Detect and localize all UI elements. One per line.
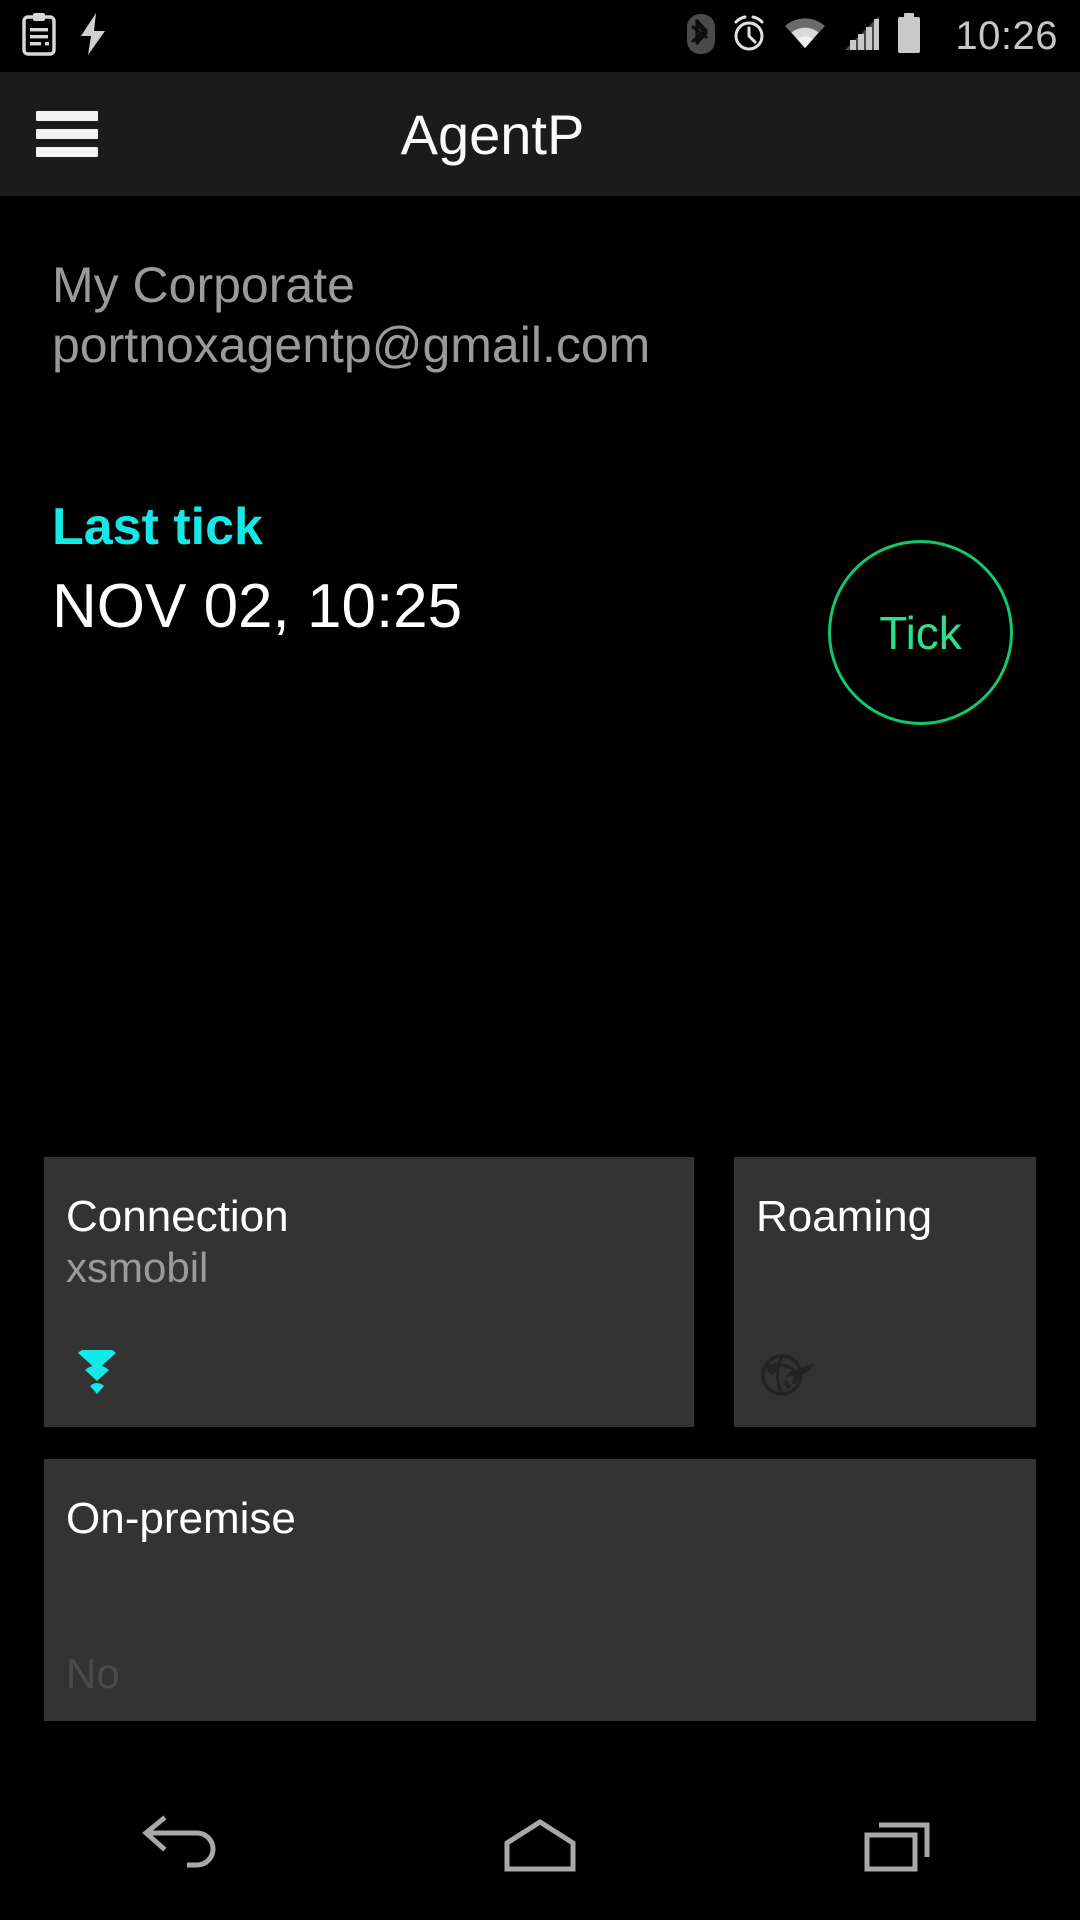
wifi-icon [66, 1345, 128, 1403]
cellular-signal-icon [841, 14, 881, 59]
account-email: portnoxagentp@gmail.com [52, 317, 651, 373]
account-block: My Corporate portnoxagentp@gmail.com [52, 255, 952, 375]
alarm-clock-icon [729, 12, 769, 61]
card-connection-value: xsmobil [66, 1244, 209, 1291]
wifi-icon [783, 14, 827, 59]
card-roaming-title: Roaming [756, 1192, 933, 1241]
globe-airplane-roaming-icon [756, 1346, 818, 1403]
status-bar-clock: 10:26 [955, 14, 1058, 58]
card-roaming[interactable]: Roaming [734, 1157, 1036, 1427]
android-navigation-bar [0, 1774, 1080, 1920]
card-onpremise-title: On-premise [66, 1494, 296, 1543]
account-name: My Corporate [52, 257, 355, 313]
last-tick-value: NOV 02, 10:25 [52, 572, 463, 641]
status-bar: 10:26 [0, 0, 1080, 72]
page-title: AgentP [400, 102, 585, 166]
lightning-bolt-icon [78, 12, 108, 61]
app-bar: AgentP [0, 72, 1080, 196]
recents-icon[interactable] [720, 1774, 1080, 1920]
card-onpremise[interactable]: On-premise No [44, 1459, 1036, 1721]
bluetooth-icon [687, 12, 716, 61]
status-bar-right-icons: 10:26 [687, 12, 1058, 61]
last-tick-label: Last tick [52, 498, 263, 556]
tick-button[interactable]: Tick [828, 540, 1013, 725]
clipboard-icon [22, 12, 56, 61]
last-tick-block: Last tick NOV 02, 10:25 [52, 498, 462, 646]
phone-screen: 10:26 AgentP My Corporate portnoxagentp@… [0, 0, 1080, 1920]
card-onpremise-value: No [66, 1650, 120, 1697]
tick-button-label: Tick [879, 606, 962, 659]
card-connection-title: Connection [66, 1192, 289, 1241]
battery-icon [895, 12, 923, 61]
back-icon[interactable] [0, 1774, 360, 1920]
card-connection[interactable]: Connection xsmobil [44, 1157, 694, 1427]
status-bar-left-icons [22, 12, 108, 61]
home-icon[interactable] [360, 1774, 720, 1920]
